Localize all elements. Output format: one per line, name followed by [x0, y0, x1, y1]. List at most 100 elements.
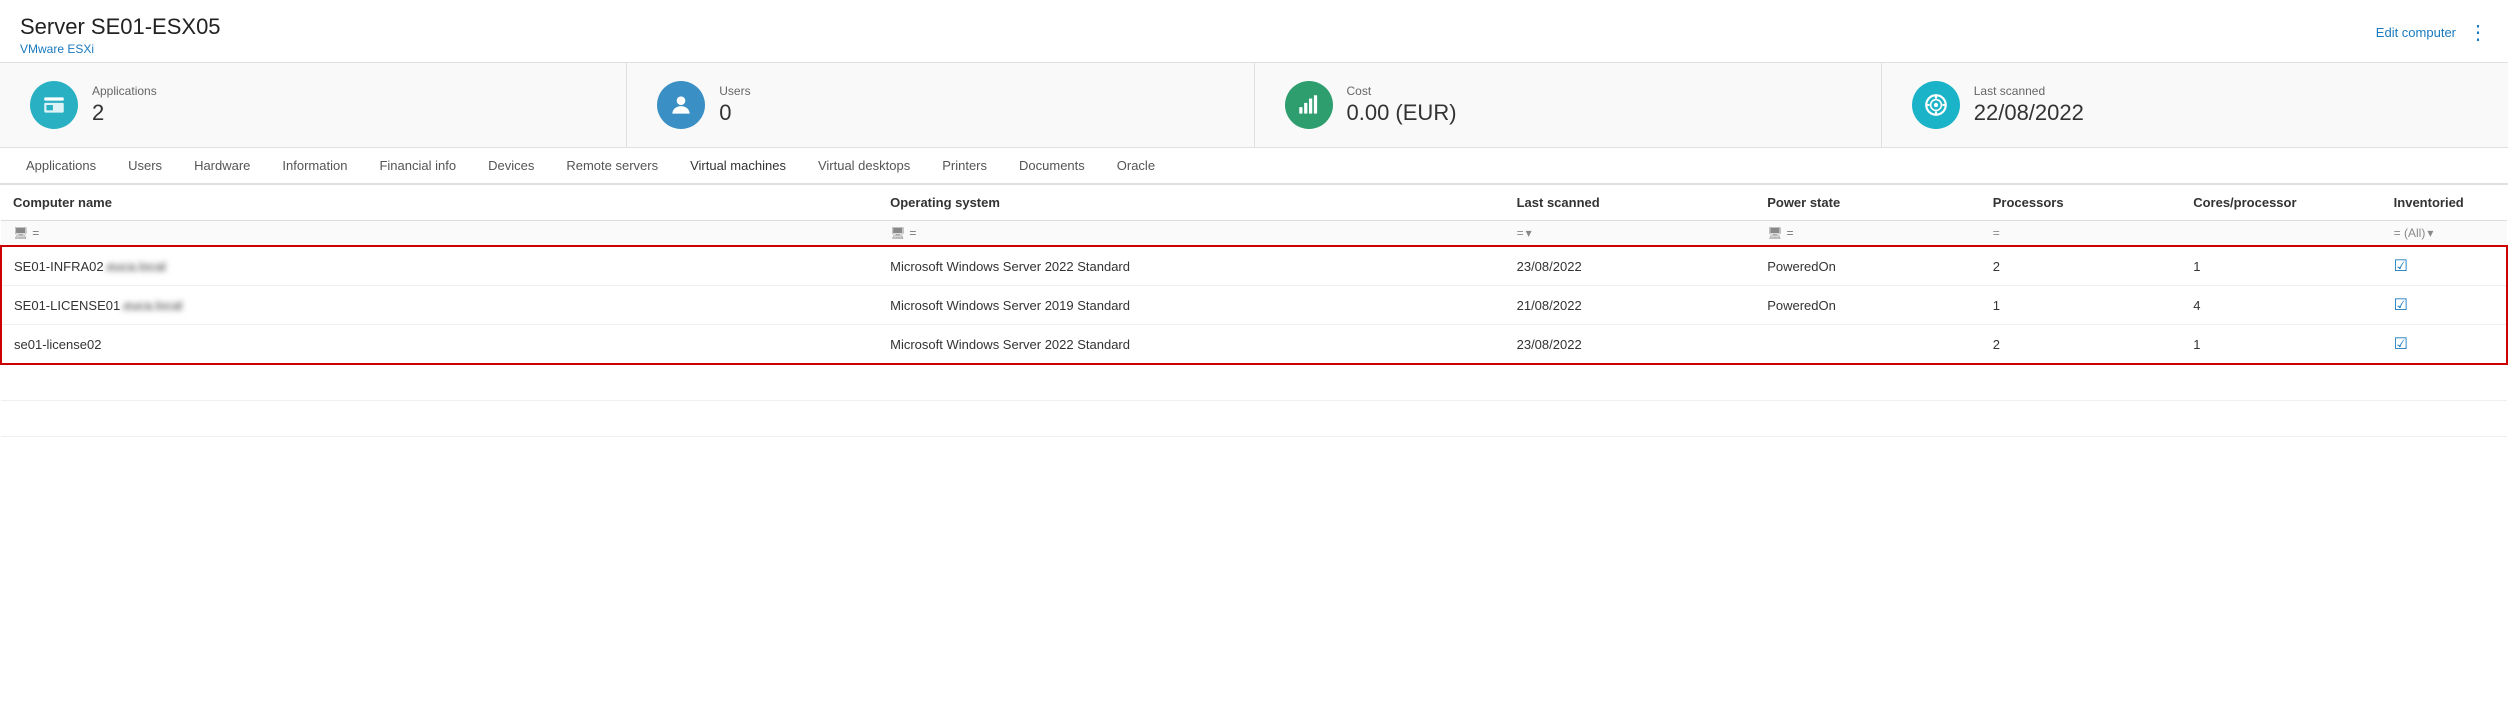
tabs-bar: Applications Users Hardware Information … — [0, 148, 2508, 185]
users-card[interactable]: Users 0 — [627, 63, 1254, 147]
computer-name-cell[interactable]: SE01-INFRA02.euca.local — [1, 246, 878, 286]
tab-remote-servers[interactable]: Remote servers — [550, 148, 674, 185]
header-left: Server SE01-ESX05 VMware ESXi — [20, 14, 221, 56]
table-row-empty — [1, 364, 2507, 400]
power-state-cell — [1755, 325, 1981, 365]
inventoried-check-icon: ☑ — [2394, 297, 2408, 314]
tab-virtual-desktops[interactable]: Virtual desktops — [802, 148, 926, 185]
page-subtitle[interactable]: VMware ESXi — [20, 42, 221, 56]
inventoried-filter-label: = (All) — [2394, 226, 2426, 240]
virtual-machines-table: Computer name Operating system Last scan… — [0, 185, 2508, 437]
filter-processors[interactable]: = — [1981, 221, 2181, 247]
tab-oracle[interactable]: Oracle — [1101, 148, 1171, 185]
tab-devices[interactable]: Devices — [472, 148, 550, 185]
computer-name-cell[interactable]: se01-license02 — [1, 325, 878, 365]
applications-label: Applications — [92, 84, 157, 98]
applications-icon — [30, 81, 78, 129]
tab-virtual-machines[interactable]: Virtual machines — [674, 148, 802, 185]
inventoried-cell: ☑ — [2382, 246, 2507, 286]
applications-card[interactable]: Applications 2 — [0, 63, 627, 147]
table-row: SE01-INFRA02.euca.local Microsoft Window… — [1, 246, 2507, 286]
users-label: Users — [719, 84, 750, 98]
virtual-machines-table-section: Computer name Operating system Last scan… — [0, 185, 2508, 437]
inventoried-dropdown-icon[interactable]: ▾ — [2427, 226, 2433, 240]
col-operating-system: Operating system — [878, 185, 1505, 221]
os-cell: Microsoft Windows Server 2019 Standard — [878, 286, 1505, 325]
computer-name-text: SE01-LICENSE01 — [14, 298, 120, 313]
inventoried-check-icon: ☑ — [2394, 258, 2408, 275]
table-header-row: Computer name Operating system Last scan… — [1, 185, 2507, 221]
power-state-filter-icon: 🖥 — [1767, 226, 1782, 240]
tab-users[interactable]: Users — [112, 148, 178, 185]
filter-computer-name[interactable]: 🖥 — [1, 221, 878, 247]
os-filter-icon: 🖥 — [890, 226, 905, 240]
last-scanned-value: 22/08/2022 — [1974, 100, 2084, 126]
page-title: Server SE01-ESX05 — [20, 14, 221, 40]
filter-cores — [2181, 221, 2381, 247]
col-power-state: Power state — [1755, 185, 1981, 221]
inventoried-check-icon: ☑ — [2394, 336, 2408, 353]
cores-cell: 1 — [2181, 246, 2381, 286]
tab-applications[interactable]: Applications — [10, 148, 112, 185]
col-last-scanned: Last scanned — [1505, 185, 1756, 221]
last-scanned-cell: 23/08/2022 — [1505, 325, 1756, 365]
cost-text: Cost 0.00 (EUR) — [1347, 84, 1457, 126]
more-options-icon[interactable]: ⋮ — [2468, 20, 2488, 45]
applications-value: 2 — [92, 100, 157, 126]
summary-bar: Applications 2 Users 0 Cost 0.00 ( — [0, 63, 2508, 148]
processors-cell: 2 — [1981, 246, 2181, 286]
header-right: Edit computer ⋮ — [2376, 20, 2488, 45]
col-computer-name: Computer name — [1, 185, 878, 221]
tab-documents[interactable]: Documents — [1003, 148, 1101, 185]
os-cell: Microsoft Windows Server 2022 Standard — [878, 325, 1505, 365]
computer-name-suffix: .euca.local — [120, 298, 182, 313]
filter-inventoried[interactable]: = (All) ▾ — [2382, 221, 2507, 247]
os-cell: Microsoft Windows Server 2022 Standard — [878, 246, 1505, 286]
processors-cell: 2 — [1981, 325, 2181, 365]
computer-name-filter-icon: 🖥 — [13, 226, 28, 240]
power-state-cell: PoweredOn — [1755, 246, 1981, 286]
power-state-filter-input[interactable] — [1786, 226, 1866, 240]
computer-name-cell[interactable]: SE01-LICENSE01.euca.local — [1, 286, 878, 325]
last-scanned-cell: 21/08/2022 — [1505, 286, 1756, 325]
edit-computer-link[interactable]: Edit computer — [2376, 25, 2456, 40]
filter-last-scanned[interactable]: = ▾ — [1505, 221, 1756, 247]
col-inventoried: Inventoried — [2382, 185, 2507, 221]
tab-hardware[interactable]: Hardware — [178, 148, 266, 185]
computer-name-filter-input[interactable] — [32, 226, 112, 240]
cost-card[interactable]: Cost 0.00 (EUR) — [1255, 63, 1882, 147]
processors-filter-label: = — [1993, 226, 2000, 240]
last-scanned-dropdown-icon[interactable]: ▾ — [1526, 226, 1532, 240]
last-scanned-filter-label: = — [1517, 226, 1524, 240]
tab-financial-info[interactable]: Financial info — [363, 148, 472, 185]
os-filter-input[interactable] — [909, 226, 989, 240]
page-header: Server SE01-ESX05 VMware ESXi Edit compu… — [0, 0, 2508, 63]
last-scanned-text: Last scanned 22/08/2022 — [1974, 84, 2084, 126]
cores-cell: 1 — [2181, 325, 2381, 365]
filter-operating-system[interactable]: 🖥 — [878, 221, 1505, 247]
inventoried-cell: ☑ — [2382, 286, 2507, 325]
last-scanned-cell: 23/08/2022 — [1505, 246, 1756, 286]
cost-value: 0.00 (EUR) — [1347, 100, 1457, 126]
inventoried-cell: ☑ — [2382, 325, 2507, 365]
computer-name-link[interactable]: SE01-INFRA02.euca.local — [14, 259, 166, 274]
computer-name-text: SE01-INFRA02 — [14, 259, 104, 274]
filter-power-state[interactable]: 🖥 — [1755, 221, 1981, 247]
computer-name-text: se01-license02 — [14, 337, 101, 352]
users-value: 0 — [719, 100, 750, 126]
processors-cell: 1 — [1981, 286, 2181, 325]
computer-name-link[interactable]: SE01-LICENSE01.euca.local — [14, 298, 182, 313]
tab-information[interactable]: Information — [266, 148, 363, 185]
power-state-cell: PoweredOn — [1755, 286, 1981, 325]
last-scanned-label: Last scanned — [1974, 84, 2084, 98]
applications-text: Applications 2 — [92, 84, 157, 126]
table-row-empty — [1, 400, 2507, 436]
last-scanned-card[interactable]: Last scanned 22/08/2022 — [1882, 63, 2508, 147]
computer-name-link[interactable]: se01-license02 — [14, 337, 101, 352]
table-row: SE01-LICENSE01.euca.local Microsoft Wind… — [1, 286, 2507, 325]
col-processors: Processors — [1981, 185, 2181, 221]
users-icon — [657, 81, 705, 129]
computer-name-suffix: .euca.local — [104, 259, 166, 274]
tab-printers[interactable]: Printers — [926, 148, 1003, 185]
col-cores-processor: Cores/processor — [2181, 185, 2381, 221]
